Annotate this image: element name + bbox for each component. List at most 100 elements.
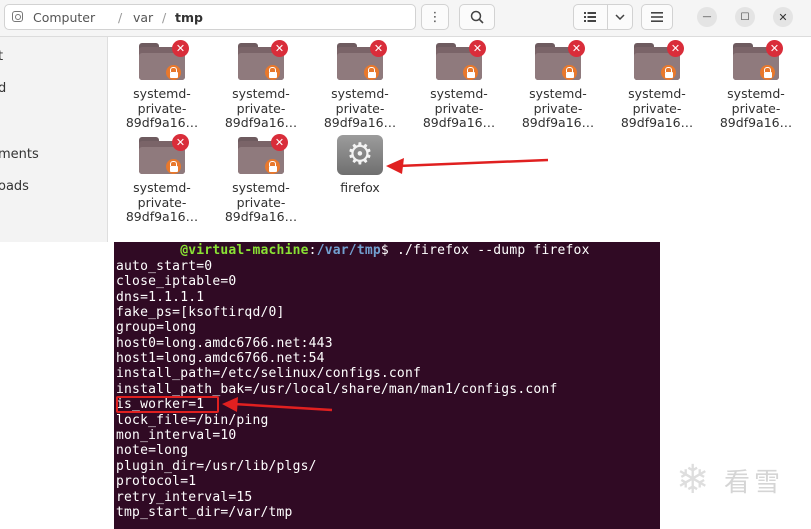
disk-icon [12,11,23,22]
lock-icon [265,159,280,174]
lock-icon [166,159,181,174]
file-grid: ✕ systemd-private- 89df9a16… ✕ systemd-pr… [108,37,811,242]
file-name: systemd-private- 89df9a16… [125,180,199,224]
sidebar-item-documents[interactable]: ments [0,147,39,162]
lock-icon [265,65,280,80]
terminal-output-line: plugin_dir=/usr/lib/plgs/ [116,459,317,474]
unreadable-badge-icon: ✕ [766,40,783,57]
sidebar-item-downloads[interactable]: oads [0,179,29,194]
file-name: systemd-private- 89df9a16… [224,180,298,224]
search-button[interactable] [459,4,495,30]
annotation-highlight-box [116,396,219,413]
lock-icon [760,65,775,80]
locked-folder-item[interactable]: ✕ systemd-private- 89df9a16… [216,131,306,225]
terminal-output-line: install_path=/etc/selinux/configs.conf [116,366,422,381]
locked-folder-item[interactable]: ✕ systemd-private- 89df9a16… [711,37,801,131]
prompt-path: /var/tmp [316,243,381,258]
folder-icon: ✕ [139,134,189,177]
terminal-output-line: mon_interval=10 [116,428,237,443]
firefox-executable-item[interactable]: ⚙ firefox [315,131,405,196]
folder-icon: ✕ [634,40,684,83]
chevron-down-icon [615,14,625,20]
locked-folder-item[interactable]: ✕ systemd-private- 89df9a16… [315,37,405,131]
main-menu-button[interactable] [641,4,673,30]
file-name: systemd-private- 89df9a16… [620,86,694,130]
breadcrumb-tmp[interactable]: tmp [175,10,203,25]
maximize-button[interactable]: ☐ [735,7,755,27]
terminal-command: ./firefox --dump firefox [388,243,590,258]
lock-icon [166,65,181,80]
terminal-output-line: tmp_start_dir=/var/tmp [116,505,293,520]
search-icon [470,10,484,24]
watermark-logo: ❄ 看雪 [676,452,806,512]
terminal-output-line: retry_interval=15 [116,490,253,505]
file-name: systemd-private- 89df9a16… [323,86,397,130]
prompt-redacted-user [116,243,180,258]
unreadable-badge-icon: ✕ [271,40,288,57]
list-view-icon [584,12,597,22]
locked-folder-item[interactable]: ✕ systemd-private- 89df9a16… [216,37,306,131]
list-view-button[interactable] [574,5,608,29]
hamburger-menu-icon [651,12,663,22]
breadcrumb-computer[interactable]: Computer [33,10,95,25]
terminal-prompt-line: @virtual-machine:/var/tmp$ ./firefox --d… [116,243,590,258]
minimize-icon: — [702,12,712,22]
unreadable-badge-icon: ✕ [469,40,486,57]
view-options-dropdown[interactable] [608,5,632,29]
folder-icon: ✕ [436,40,486,83]
terminal-output-line: host0=long.amdc6766.net:443 [116,336,333,351]
folder-icon: ✕ [238,134,288,177]
close-icon: ✕ [778,10,788,24]
snowflake-icon: ❄ [676,457,710,503]
locked-folder-item[interactable]: ✕ systemd-private- 89df9a16… [513,37,603,131]
sidebar-item-home[interactable]: t [0,49,3,64]
header-bar: Computer / var / tmp ⋮ — ☐ ✕ [0,0,811,37]
vertical-dots-icon: ⋮ [428,9,442,25]
folder-icon: ✕ [337,40,387,83]
gear-icon: ⚙ [346,137,374,172]
terminal-output-line: auto_start=0 [116,259,213,274]
lock-icon [364,65,379,80]
unreadable-badge-icon: ✕ [172,40,189,57]
file-name: systemd-private- 89df9a16… [521,86,595,130]
sidebar-item-recent[interactable]: d [0,81,6,96]
file-name: systemd-private- 89df9a16… [125,86,199,130]
watermark-text: 看雪 [724,468,785,498]
lock-icon [463,65,478,80]
terminal-output-line: note=long [116,443,189,458]
terminal-output-line: install_path_bak=/usr/local/share/man/ma… [116,382,558,397]
executable-icon: ⚙ [337,135,383,175]
file-manager-window: Computer / var / tmp ⋮ — ☐ ✕ t d ments o… [0,0,811,242]
locked-folder-item[interactable]: ✕ systemd-private- 89df9a16… [414,37,504,131]
terminal-output-line: host1=long.amdc6766.net:54 [116,351,325,366]
folder-icon: ✕ [238,40,288,83]
prompt-user-host: @virtual-machine [180,243,309,258]
unreadable-badge-icon: ✕ [172,134,189,151]
terminal-window[interactable]: @virtual-machine:/var/tmp$ ./firefox --d… [114,242,660,529]
breadcrumb-var[interactable]: var [133,10,153,25]
file-name: systemd-private- 89df9a16… [422,86,496,130]
terminal-output-line: protocol=1 [116,474,197,489]
terminal-output-line: fake_ps=[ksoftirqd/0] [116,305,285,320]
terminal-output-line: group=long [116,320,197,335]
breadcrumb-separator: / [118,10,123,25]
lock-icon [562,65,577,80]
path-menu-button[interactable]: ⋮ [421,4,449,30]
unreadable-badge-icon: ✕ [568,40,585,57]
folder-icon: ✕ [733,40,783,83]
terminal-output-line: lock_file=/bin/ping [116,413,269,428]
folder-icon: ✕ [139,40,189,83]
lock-icon [661,65,676,80]
file-name: systemd-private- 89df9a16… [719,86,793,130]
file-name: firefox [340,180,380,195]
folder-icon: ✕ [535,40,585,83]
unreadable-badge-icon: ✕ [370,40,387,57]
minimize-button[interactable]: — [697,7,717,27]
locked-folder-item[interactable]: ✕ systemd-private- 89df9a16… [612,37,702,131]
view-switcher[interactable] [573,4,633,30]
path-bar[interactable]: Computer / var / tmp [4,4,416,30]
locked-folder-item[interactable]: ✕ systemd-private- 89df9a16… [117,131,207,225]
locked-folder-item[interactable]: ✕ systemd-private- 89df9a16… [117,37,207,131]
close-button[interactable]: ✕ [773,7,793,27]
sidebar: t d ments oads [0,37,108,242]
